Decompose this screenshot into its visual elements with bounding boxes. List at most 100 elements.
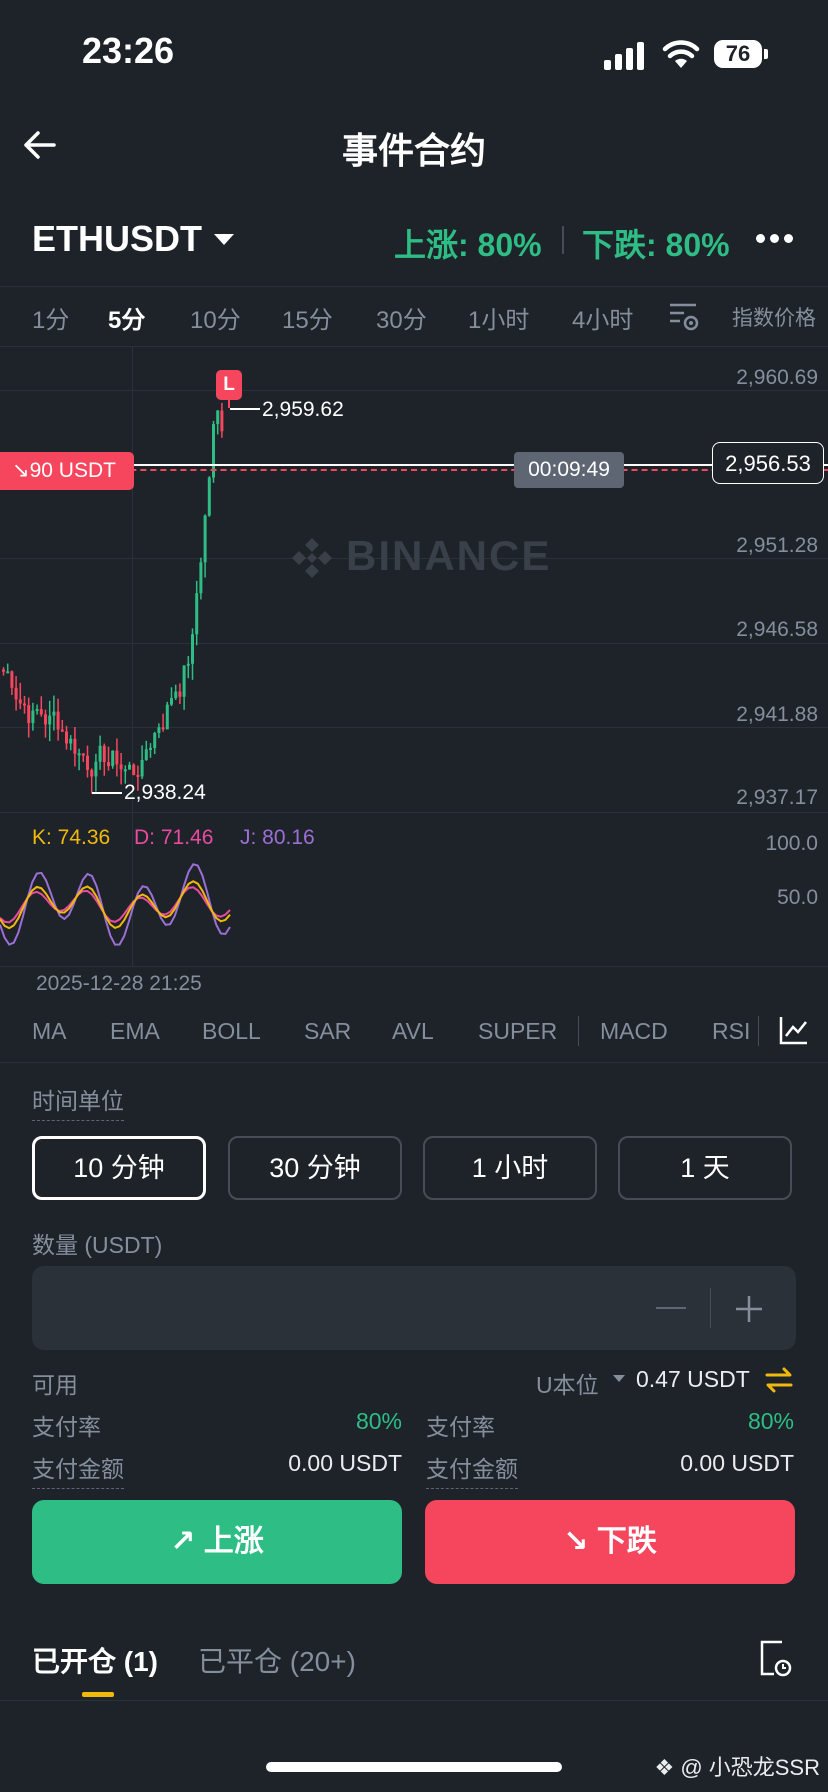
divider [0,1700,828,1701]
candle-body [115,750,119,765]
divider [0,966,828,967]
rise-rate-value: 80% [355,1408,402,1434]
caret-down-icon[interactable] [214,234,234,245]
candle-body [153,732,157,748]
indicator-ema[interactable]: EMA [110,1018,160,1045]
fall-payout: 下跌: 80% [582,227,730,263]
candle-body [203,515,207,563]
candle-body [35,709,39,712]
symbol-selector[interactable]: ETHUSDT [32,218,202,260]
candle-body [27,705,31,724]
candle-body [216,410,220,425]
tab-closed-positions[interactable]: 已平仓 (20+) [198,1640,356,1680]
indicator-super[interactable]: SUPER [478,1018,557,1045]
candle-body [98,745,102,762]
candle-body [149,747,152,750]
fall-amount-label: 支付金额 [426,1450,518,1489]
indicator-macd[interactable]: MACD [600,1018,668,1045]
more-icon[interactable] [756,234,794,246]
binance-logo-icon: ❖ [654,1755,681,1780]
home-indicator[interactable] [266,1762,562,1772]
candle-body [56,711,60,730]
candle-body [86,755,89,770]
chart-date-label: 2025-12-28 21:25 [36,972,202,995]
fall-amount-value: 0.00 USDT [680,1450,794,1476]
candle-body [31,710,35,724]
candle-body [170,698,173,705]
candle-body [119,764,123,770]
candle-body [2,669,5,672]
chart-settings-icon[interactable] [668,302,700,332]
tab-interval-10m[interactable]: 10分 [190,300,241,335]
transfer-icon[interactable] [764,1366,794,1394]
tab-interval-30m[interactable]: 30分 [376,300,427,335]
trade-marker-badge[interactable]: L [216,370,242,400]
candle-body [220,410,224,432]
indicator-ma[interactable]: MA [32,1018,67,1045]
candle-body [60,729,64,732]
candle-body [123,769,127,772]
candle-body [157,727,161,733]
candle-body [94,761,98,777]
candle-body [186,663,190,666]
candle-body [182,665,186,697]
unit-selector[interactable]: U本位 [536,1366,599,1400]
caret-down-icon[interactable] [613,1375,625,1382]
duration-10m-button[interactable]: 10 分钟 [32,1136,206,1200]
candle-body [199,562,203,594]
plus-icon[interactable] [734,1294,764,1324]
fall-button[interactable]: ↘ 下跌 [425,1500,795,1584]
indicator-chart-icon[interactable] [778,1014,810,1046]
candle-body [140,759,144,777]
divider [0,286,828,287]
kdj-line [0,863,231,946]
candle-body [6,671,10,674]
indicator-boll[interactable]: BOLL [202,1018,261,1045]
arrow-down-right-icon: ↘ [563,1525,597,1558]
battery-icon: 76 [714,40,770,70]
tab-open-positions[interactable]: 已开仓 (1) [32,1640,158,1680]
candle-body [65,731,68,744]
tab-interval-1m[interactable]: 1分 [32,300,69,335]
indicator-rsi[interactable]: RSI [712,1018,750,1045]
duration-30m-button[interactable]: 30 分钟 [228,1136,402,1200]
candlestick-series[interactable] [0,346,828,812]
kdj-y-label: 50.0 [777,886,818,909]
tab-interval-4h[interactable]: 4小时 [572,300,633,335]
kdj-j-value: J: 80.16 [240,826,315,849]
high-price-label: 2,959.62 [262,398,344,421]
indicator-sar[interactable]: SAR [304,1018,351,1045]
status-time: 23:26 [82,30,175,71]
low-price-label: 2,938.24 [124,781,206,804]
candle-body [90,769,94,777]
candle-body [18,699,22,704]
kdj-line [0,886,231,924]
candle-body [195,593,199,635]
tab-interval-5m[interactable]: 5分 [108,300,145,335]
candle-body [107,762,110,767]
indicator-avl[interactable]: AVL [392,1018,434,1045]
divider [0,1062,828,1063]
position-tag[interactable]: ↘90 USDT [0,452,134,490]
index-price-toggle[interactable]: 指数价格 [732,302,816,332]
duration-1d-button[interactable]: 1 天 [618,1136,792,1200]
candle-body [191,634,194,664]
kdj-y-label: 100.0 [765,832,818,855]
arrow-down-right-icon: ↘ [12,459,30,482]
wifi-icon [662,40,700,68]
candle-body [207,477,211,516]
fall-rate-label: 支付率 [426,1414,495,1440]
fall-rate-value: 80% [747,1408,794,1434]
history-icon[interactable] [758,1640,792,1678]
tab-interval-1h[interactable]: 1小时 [468,300,529,335]
tab-interval-15m[interactable]: 15分 [282,300,333,335]
rise-button[interactable]: ↗ 上涨 [32,1500,402,1584]
minus-icon[interactable] [656,1307,686,1309]
candle-body [128,764,131,770]
arrow-up-right-icon: ↗ [170,1525,204,1558]
candle-body [73,738,77,754]
rise-amount-value: 0.00 USDT [288,1450,402,1476]
candle-body [132,764,136,775]
duration-1h-button[interactable]: 1 小时 [423,1136,597,1200]
kdj-chart [0,863,231,946]
